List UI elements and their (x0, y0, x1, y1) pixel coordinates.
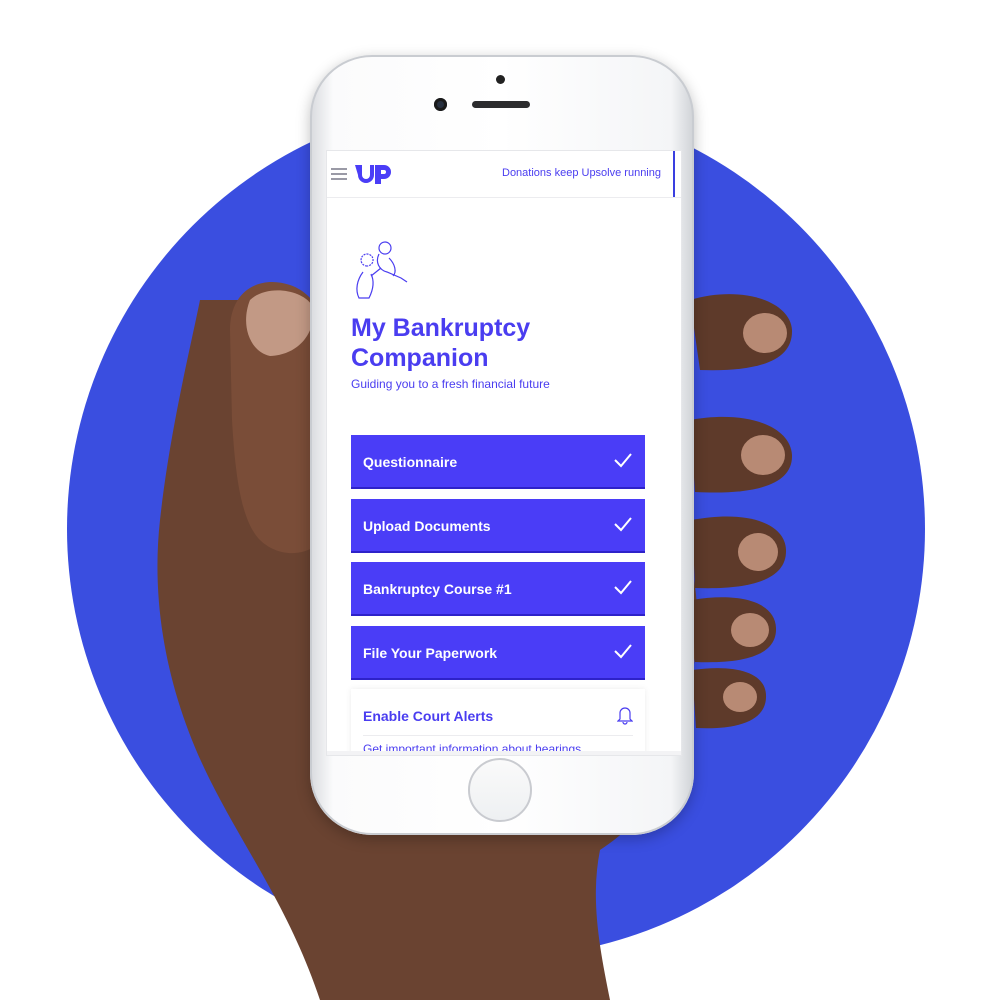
donations-link[interactable]: Donations keep Upsolve running (502, 167, 661, 179)
checkmark-icon (614, 453, 632, 468)
step-questionnaire[interactable]: Questionnaire (351, 435, 645, 489)
top-navigation-bar: Donations keep Upsolve running (327, 151, 681, 198)
step-file-paperwork[interactable]: File Your Paperwork (351, 626, 645, 680)
phone-screen: Donations keep Upsolve running My Bankru… (326, 150, 682, 756)
alert-title: Enable Court Alerts (363, 708, 494, 724)
helping-hand-illustration (356, 241, 408, 299)
front-camera-icon (434, 98, 447, 111)
checkmark-icon (614, 517, 632, 532)
checkmark-icon (614, 580, 632, 595)
topbar-accent-line (673, 151, 675, 197)
step-label: Questionnaire (363, 454, 458, 470)
checkmark-icon (614, 644, 632, 659)
step-label: File Your Paperwork (363, 645, 498, 661)
page-subtitle: Guiding you to a fresh financial future (351, 377, 550, 391)
earpiece-speaker (472, 101, 530, 108)
hamburger-menu-icon[interactable] (331, 168, 347, 180)
page-title: My Bankruptcy Companion (351, 314, 531, 372)
proximity-sensor (496, 75, 505, 84)
step-label: Bankruptcy Course #1 (363, 581, 512, 597)
step-upload-documents[interactable]: Upload Documents (351, 499, 645, 553)
step-bankruptcy-course[interactable]: Bankruptcy Course #1 (351, 562, 645, 616)
court-alerts-card[interactable]: Enable Court Alerts Get important inform… (351, 689, 645, 755)
card-divider (363, 735, 633, 736)
step-label: Upload Documents (363, 518, 491, 534)
upsolve-logo-icon[interactable] (353, 163, 395, 185)
home-button[interactable] (468, 758, 532, 822)
phone-device: Donations keep Upsolve running My Bankru… (310, 55, 694, 835)
screen-bottom-edge (327, 751, 681, 755)
bell-icon[interactable] (617, 705, 633, 725)
